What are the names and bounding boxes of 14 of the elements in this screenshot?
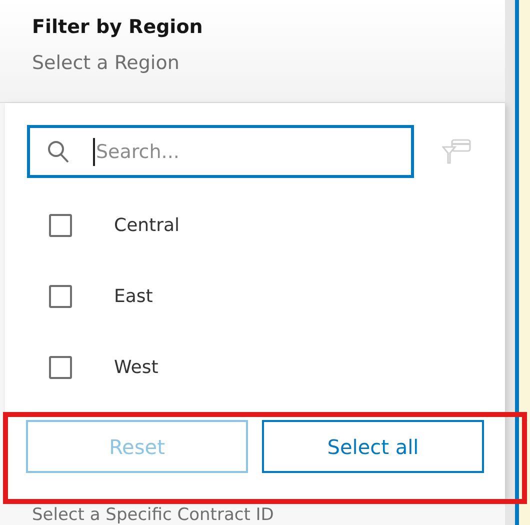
search-field[interactable]: Search... bbox=[27, 125, 414, 178]
select-all-button[interactable]: Select all bbox=[262, 420, 484, 473]
checkbox[interactable] bbox=[49, 356, 72, 379]
filter-title: Filter by Region bbox=[32, 15, 204, 40]
region-select[interactable]: Select a Region bbox=[32, 48, 473, 78]
scroll-bar[interactable] bbox=[505, 0, 515, 525]
checkbox[interactable] bbox=[49, 285, 72, 308]
contract-select[interactable]: Select a Specific Contract ID bbox=[0, 505, 505, 525]
option-label[interactable]: Central bbox=[114, 212, 180, 239]
checkbox[interactable] bbox=[49, 214, 72, 237]
map-area[interactable] bbox=[519, 0, 530, 525]
option-label[interactable]: East bbox=[114, 283, 153, 310]
search-icon bbox=[47, 140, 69, 164]
option-label[interactable]: West bbox=[114, 354, 158, 381]
